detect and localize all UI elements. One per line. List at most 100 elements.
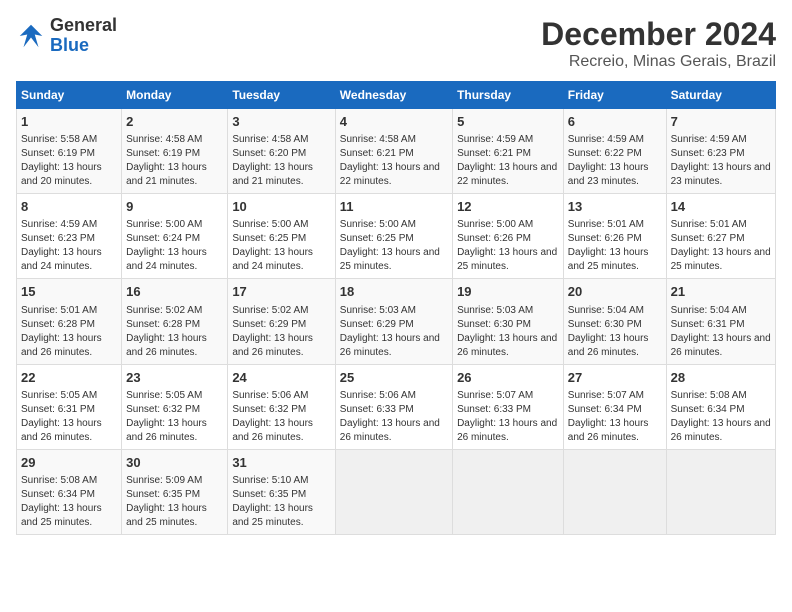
cell-content: Sunrise: 5:08 AMSunset: 6:34 PMDaylight:… [21, 474, 117, 530]
header-tuesday: Tuesday [228, 82, 335, 109]
calendar-cell: 14Sunrise: 5:01 AMSunset: 6:27 PMDayligh… [666, 194, 775, 279]
day-number: 23 [126, 369, 223, 387]
week-row-1: 1 Sunrise: 5:58 AMSunset: 6:19 PMDaylight… [17, 109, 776, 194]
day-number: 20 [568, 283, 662, 301]
day-number: 13 [568, 198, 662, 216]
day-number: 2 [126, 113, 223, 131]
calendar-cell: 17 Sunrise: 5:02 AMSunset: 6:29 PMDayligh… [228, 279, 335, 364]
calendar-cell: 31 Sunrise: 5:10 AMSunset: 6:35 PMDayligh… [228, 449, 335, 534]
day-number: 10 [232, 198, 330, 216]
day-number: 21 [671, 283, 771, 301]
week-row-4: 22Sunrise: 5:05 AMSunset: 6:31 PMDayligh… [17, 364, 776, 449]
header-sunday: Sunday [17, 82, 122, 109]
logo: General Blue [16, 16, 117, 56]
day-number: 1 [21, 113, 117, 131]
cell-content: Sunrise: 5:03 AMSunset: 6:30 PMDaylight:… [457, 304, 559, 360]
cell-content: Sunrise: 5:01 AMSunset: 6:28 PMDaylight:… [21, 304, 117, 360]
week-row-3: 15 Sunrise: 5:01 AMSunset: 6:28 PMDayligh… [17, 279, 776, 364]
calendar-cell: 24Sunrise: 5:06 AMSunset: 6:32 PMDayligh… [228, 364, 335, 449]
calendar-cell: 19Sunrise: 5:03 AMSunset: 6:30 PMDayligh… [453, 279, 564, 364]
cell-content: Sunrise: 5:07 AMSunset: 6:34 PMDaylight:… [568, 389, 662, 445]
header-monday: Monday [122, 82, 228, 109]
calendar-cell: 9 Sunrise: 5:00 AMSunset: 6:24 PMDaylight… [122, 194, 228, 279]
cell-content: Sunrise: 5:01 AMSunset: 6:27 PMDaylight:… [671, 218, 771, 274]
cell-content: Sunrise: 5:09 AMSunset: 6:35 PMDaylight:… [126, 474, 223, 530]
cell-content: Sunrise: 5:02 AMSunset: 6:28 PMDaylight:… [126, 304, 223, 360]
calendar-cell: 8Sunrise: 4:59 AMSunset: 6:23 PMDaylight… [17, 194, 122, 279]
day-number: 24 [232, 369, 330, 387]
cell-content: Sunrise: 5:05 AMSunset: 6:32 PMDaylight:… [126, 389, 223, 445]
calendar-cell: 18 Sunrise: 5:03 AMSunset: 6:29 PMDayligh… [335, 279, 452, 364]
header-thursday: Thursday [453, 82, 564, 109]
calendar-cell: 1 Sunrise: 5:58 AMSunset: 6:19 PMDaylight… [17, 109, 122, 194]
day-number: 28 [671, 369, 771, 387]
cell-content: Sunrise: 5:10 AMSunset: 6:35 PMDaylight:… [232, 474, 330, 530]
cell-content: Sunrise: 5:00 AMSunset: 6:26 PMDaylight:… [457, 218, 559, 274]
calendar-cell: 16 Sunrise: 5:02 AMSunset: 6:28 PMDayligh… [122, 279, 228, 364]
day-number: 6 [568, 113, 662, 131]
day-number: 3 [232, 113, 330, 131]
day-number: 27 [568, 369, 662, 387]
day-number: 9 [126, 198, 223, 216]
day-number: 29 [21, 454, 117, 472]
cell-content: Sunrise: 5:02 AMSunset: 6:29 PMDaylight:… [232, 304, 330, 360]
calendar-cell: 5Sunrise: 4:59 AMSunset: 6:21 PMDaylight… [453, 109, 564, 194]
header-saturday: Saturday [666, 82, 775, 109]
calendar-cell: 2 Sunrise: 4:58 AMSunset: 6:19 PMDaylight… [122, 109, 228, 194]
calendar-cell: 20 Sunrise: 5:04 AMSunset: 6:30 PMDayligh… [563, 279, 666, 364]
day-number: 4 [340, 113, 448, 131]
calendar-cell [666, 449, 775, 534]
calendar-cell: 11 Sunrise: 5:00 AMSunset: 6:25 PMDayligh… [335, 194, 452, 279]
calendar-cell: 23 Sunrise: 5:05 AMSunset: 6:32 PMDayligh… [122, 364, 228, 449]
header: General Blue December 2024 Recreio, Mina… [16, 16, 776, 71]
calendar-cell [563, 449, 666, 534]
cell-content: Sunrise: 4:58 AMSunset: 6:20 PMDaylight:… [232, 133, 330, 189]
day-number: 11 [340, 198, 448, 216]
day-number: 7 [671, 113, 771, 131]
calendar-cell: 15 Sunrise: 5:01 AMSunset: 6:28 PMDayligh… [17, 279, 122, 364]
cell-content: Sunrise: 5:58 AMSunset: 6:19 PMDaylight:… [21, 133, 117, 189]
day-number: 25 [340, 369, 448, 387]
cell-content: Sunrise: 4:59 AMSunset: 6:22 PMDaylight:… [568, 133, 662, 189]
logo-text: General Blue [50, 16, 117, 56]
cell-content: Sunrise: 5:00 AMSunset: 6:25 PMDaylight:… [232, 218, 330, 274]
day-number: 5 [457, 113, 559, 131]
cell-content: Sunrise: 5:00 AMSunset: 6:25 PMDaylight:… [340, 218, 448, 274]
calendar-cell: 12 Sunrise: 5:00 AMSunset: 6:26 PMDayligh… [453, 194, 564, 279]
cell-content: Sunrise: 4:59 AMSunset: 6:23 PMDaylight:… [671, 133, 771, 189]
cell-content: Sunrise: 5:04 AMSunset: 6:30 PMDaylight:… [568, 304, 662, 360]
cell-content: Sunrise: 5:01 AMSunset: 6:26 PMDaylight:… [568, 218, 662, 274]
header-wednesday: Wednesday [335, 82, 452, 109]
day-number: 12 [457, 198, 559, 216]
header-friday: Friday [563, 82, 666, 109]
cell-content: Sunrise: 5:06 AMSunset: 6:33 PMDaylight:… [340, 389, 448, 445]
logo-icon [16, 21, 46, 51]
calendar-cell [335, 449, 452, 534]
calendar-cell: 21Sunrise: 5:04 AMSunset: 6:31 PMDayligh… [666, 279, 775, 364]
cell-content: Sunrise: 5:00 AMSunset: 6:24 PMDaylight:… [126, 218, 223, 274]
calendar-cell: 3 Sunrise: 4:58 AMSunset: 6:20 PMDaylight… [228, 109, 335, 194]
day-number: 26 [457, 369, 559, 387]
cell-content: Sunrise: 4:58 AMSunset: 6:19 PMDaylight:… [126, 133, 223, 189]
day-number: 16 [126, 283, 223, 301]
calendar-table: SundayMondayTuesdayWednesdayThursdayFrid… [16, 81, 776, 535]
day-number: 31 [232, 454, 330, 472]
calendar-cell: 4 Sunrise: 4:58 AMSunset: 6:21 PMDaylight… [335, 109, 452, 194]
day-number: 17 [232, 283, 330, 301]
calendar-cell: 6 Sunrise: 4:59 AMSunset: 6:22 PMDaylight… [563, 109, 666, 194]
calendar-cell: 25 Sunrise: 5:06 AMSunset: 6:33 PMDayligh… [335, 364, 452, 449]
day-number: 30 [126, 454, 223, 472]
week-row-5: 29 Sunrise: 5:08 AMSunset: 6:34 PMDayligh… [17, 449, 776, 534]
calendar-cell: 27 Sunrise: 5:07 AMSunset: 6:34 PMDayligh… [563, 364, 666, 449]
calendar-cell: 22Sunrise: 5:05 AMSunset: 6:31 PMDayligh… [17, 364, 122, 449]
cell-content: Sunrise: 5:03 AMSunset: 6:29 PMDaylight:… [340, 304, 448, 360]
cell-content: Sunrise: 4:58 AMSunset: 6:21 PMDaylight:… [340, 133, 448, 189]
calendar-cell: 26 Sunrise: 5:07 AMSunset: 6:33 PMDayligh… [453, 364, 564, 449]
day-number: 18 [340, 283, 448, 301]
day-number: 8 [21, 198, 117, 216]
day-number: 22 [21, 369, 117, 387]
week-row-2: 8Sunrise: 4:59 AMSunset: 6:23 PMDaylight… [17, 194, 776, 279]
day-number: 15 [21, 283, 117, 301]
cell-content: Sunrise: 5:07 AMSunset: 6:33 PMDaylight:… [457, 389, 559, 445]
calendar-cell: 29 Sunrise: 5:08 AMSunset: 6:34 PMDayligh… [17, 449, 122, 534]
